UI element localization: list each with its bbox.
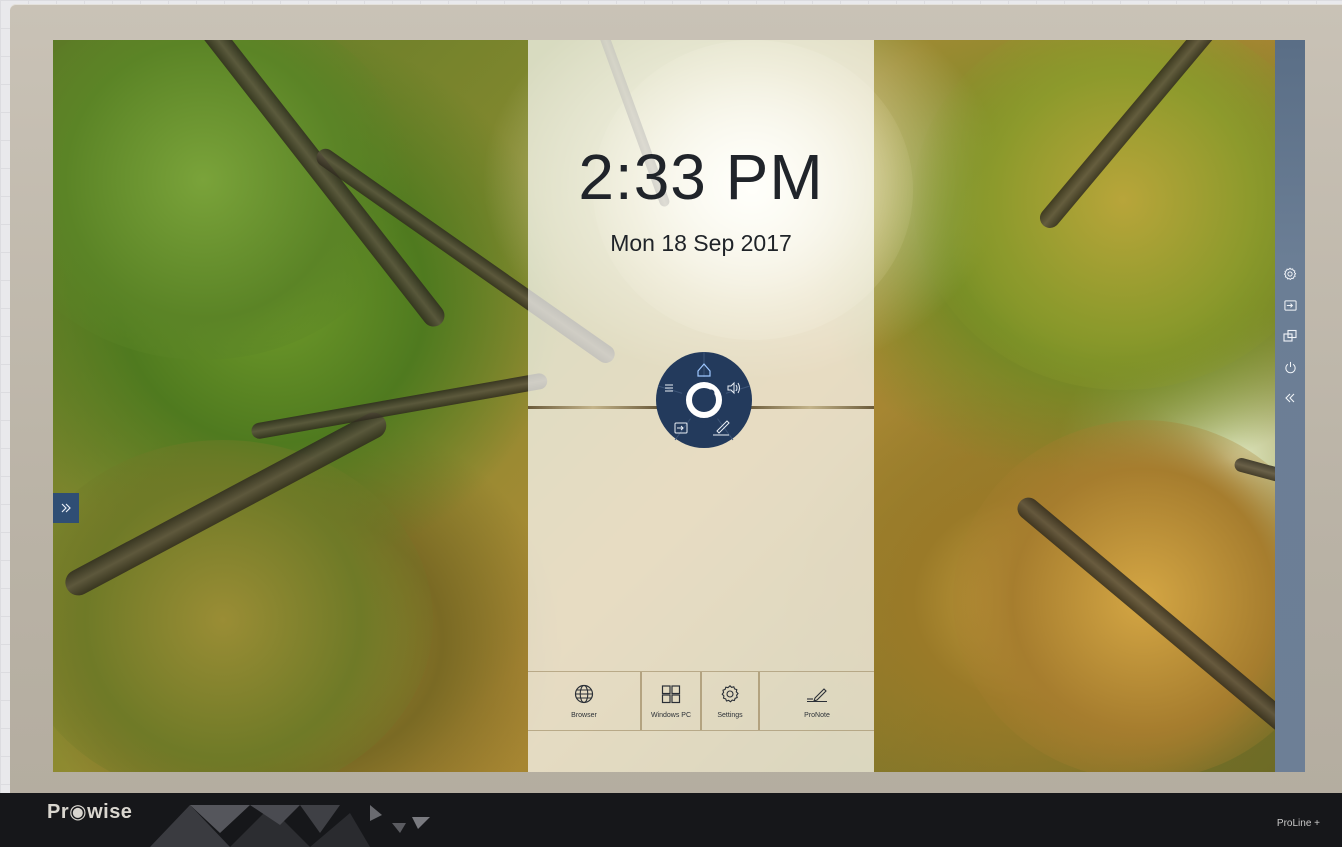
prowise-logo-icon[interactable] [681,377,727,423]
sidebar-screen-share-button[interactable] [1278,324,1302,348]
right-sidebar [1275,40,1305,772]
sidebar-collapse-button[interactable] [1278,386,1302,410]
globe-icon [574,684,594,703]
power-icon [1284,361,1296,373]
brand-model: ProLine + [1276,818,1320,829]
collapse-icon [1285,393,1295,403]
expand-icon [61,503,71,513]
bezel-pattern [150,805,430,847]
clock-time: 2:33 PM [578,141,824,213]
app-label: Browser [571,711,597,719]
gear-icon [721,684,739,703]
app-browser[interactable]: Browser [528,672,642,730]
app-label: Settings [717,711,743,719]
app-pronote[interactable]: ProNote [760,672,874,730]
sidebar-input-button[interactable] [1278,293,1302,317]
brand-logo: Pr◉wise [47,801,133,823]
windows-icon [661,684,681,703]
radial-menu [655,351,753,449]
monitor-frame: 2:33 PM Mon 18 Sep 2017 Browser Windows … [10,4,1342,847]
input-source-icon [1283,299,1297,311]
monitor-bezel [0,793,1342,847]
divider-right [746,406,874,409]
screen-share-icon [1283,329,1297,342]
sidebar-power-button[interactable] [1278,355,1302,379]
app-windows-pc[interactable]: Windows PC [642,672,702,730]
gear-icon [1283,267,1297,281]
app-launcher-row: Browser Windows PC Settings ProNote [528,671,874,731]
app-label: ProNote [804,711,830,719]
divider-left [528,406,658,409]
app-label: Windows PC [650,711,692,719]
clock-date: Mon 18 Sep 2017 [610,230,792,256]
screen: 2:33 PM Mon 18 Sep 2017 Browser Windows … [53,40,1305,772]
left-drawer-toggle[interactable] [53,493,79,523]
pen-icon [807,687,827,702]
app-settings[interactable]: Settings [702,672,760,730]
home-panel: 2:33 PM Mon 18 Sep 2017 Browser Windows … [528,40,874,772]
sidebar-settings-button[interactable] [1278,262,1302,286]
